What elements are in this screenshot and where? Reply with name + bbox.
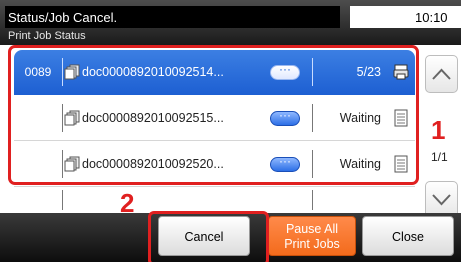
annotation-highlight-cancel: [148, 211, 269, 262]
pause-all-print-jobs-button[interactable]: Pause All Print Jobs: [268, 216, 356, 256]
scroll-up-button[interactable]: [425, 55, 458, 93]
chevron-up-icon: [432, 68, 451, 80]
job-status-screen: Status/Job Cancel. 10:10 Print Job Statu…: [0, 0, 461, 262]
screen-title: Status/Job Cancel.: [8, 10, 118, 25]
annotation-step-2: 2: [120, 188, 135, 218]
job-row-empty: [14, 188, 415, 213]
clock: 10:10: [415, 10, 448, 25]
annotation-step-1: 1: [431, 115, 446, 145]
screen-subtitle: Print Job Status: [8, 30, 86, 42]
divider: [62, 190, 63, 210]
close-button[interactable]: Close: [362, 216, 454, 256]
pause-label-line2: Print Jobs: [284, 237, 340, 251]
divider: [312, 190, 313, 210]
page-indicator: 1/1: [431, 150, 448, 164]
annotation-highlight-list: [8, 45, 419, 185]
pause-label-line1: Pause All: [285, 222, 339, 236]
